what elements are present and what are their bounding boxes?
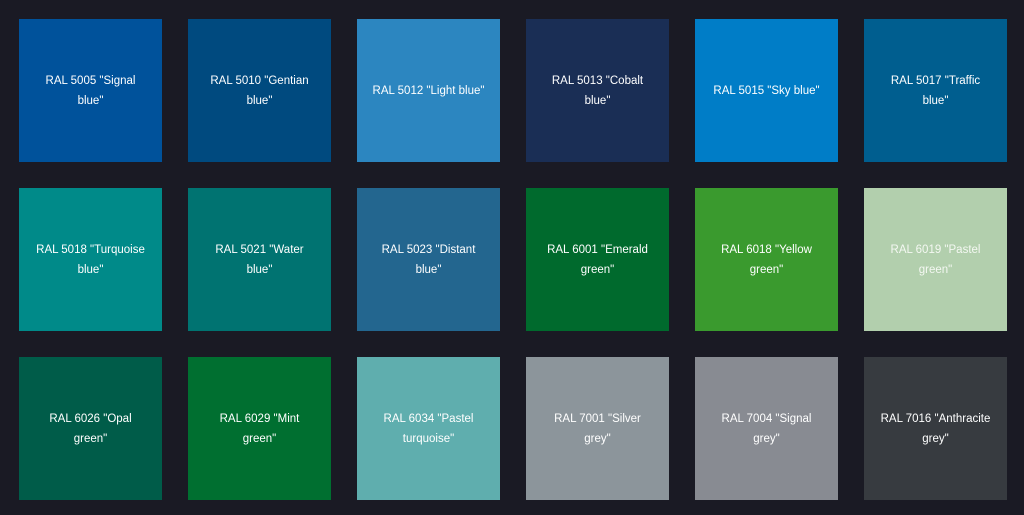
swatch-label: RAL 5023 "Distant blue"	[381, 243, 476, 276]
swatch-label: RAL 6001 "Emerald green"	[547, 243, 648, 276]
swatch-ral-5017[interactable]: RAL 5017 "Traffic blue"	[864, 19, 1007, 162]
swatch-ral-7004[interactable]: RAL 7004 "Signal grey"	[695, 357, 838, 500]
swatch-label: RAL 6019 "Pastel green"	[890, 243, 981, 276]
swatch-label: RAL 5018 "Turquoise blue"	[36, 243, 145, 276]
swatch-label: RAL 5015 "Sky blue"	[713, 84, 820, 97]
swatch-label: RAL 7001 "Silver grey"	[554, 412, 641, 445]
swatch-label: RAL 6034 "Pastel turquoise"	[383, 412, 474, 445]
swatch-ral-5010[interactable]: RAL 5010 "Gentian blue"	[188, 19, 331, 162]
swatch-ral-5015[interactable]: RAL 5015 "Sky blue"	[695, 19, 838, 162]
swatch-label: RAL 6018 "Yellow green"	[721, 243, 812, 276]
swatch-label: RAL 5005 "Signal blue"	[45, 74, 136, 107]
swatch-ral-5013[interactable]: RAL 5013 "Cobalt blue"	[526, 19, 669, 162]
color-swatch-grid: RAL 5005 "Signal blue" RAL 5010 "Gentian…	[19, 19, 1007, 500]
swatch-ral-5018[interactable]: RAL 5018 "Turquoise blue"	[19, 188, 162, 331]
swatch-label: RAL 5010 "Gentian blue"	[210, 74, 309, 107]
swatch-label: RAL 6026 "Opal green"	[49, 412, 132, 445]
swatch-ral-5023[interactable]: RAL 5023 "Distant blue"	[357, 188, 500, 331]
swatch-label: RAL 5017 "Traffic blue"	[890, 74, 981, 107]
swatch-ral-5021[interactable]: RAL 5021 "Water blue"	[188, 188, 331, 331]
swatch-ral-6026[interactable]: RAL 6026 "Opal green"	[19, 357, 162, 500]
swatch-ral-6018[interactable]: RAL 6018 "Yellow green"	[695, 188, 838, 331]
swatch-label: RAL 5012 "Light blue"	[372, 84, 485, 97]
swatch-ral-5005[interactable]: RAL 5005 "Signal blue"	[19, 19, 162, 162]
swatch-ral-6001[interactable]: RAL 6001 "Emerald green"	[526, 188, 669, 331]
swatch-ral-6029[interactable]: RAL 6029 "Mint green"	[188, 357, 331, 500]
swatch-ral-7016[interactable]: RAL 7016 "Anthracite grey"	[864, 357, 1007, 500]
swatch-label: RAL 6029 "Mint green"	[219, 412, 300, 445]
swatch-label: RAL 5021 "Water blue"	[215, 243, 304, 276]
swatch-ral-7001[interactable]: RAL 7001 "Silver grey"	[526, 357, 669, 500]
swatch-label: RAL 7004 "Signal grey"	[721, 412, 812, 445]
swatch-ral-6034[interactable]: RAL 6034 "Pastel turquoise"	[357, 357, 500, 500]
swatch-ral-5012[interactable]: RAL 5012 "Light blue"	[357, 19, 500, 162]
swatch-ral-6019[interactable]: RAL 6019 "Pastel green"	[864, 188, 1007, 331]
swatch-label: RAL 5013 "Cobalt blue"	[551, 74, 644, 107]
swatch-label: RAL 7016 "Anthracite grey"	[880, 412, 991, 445]
